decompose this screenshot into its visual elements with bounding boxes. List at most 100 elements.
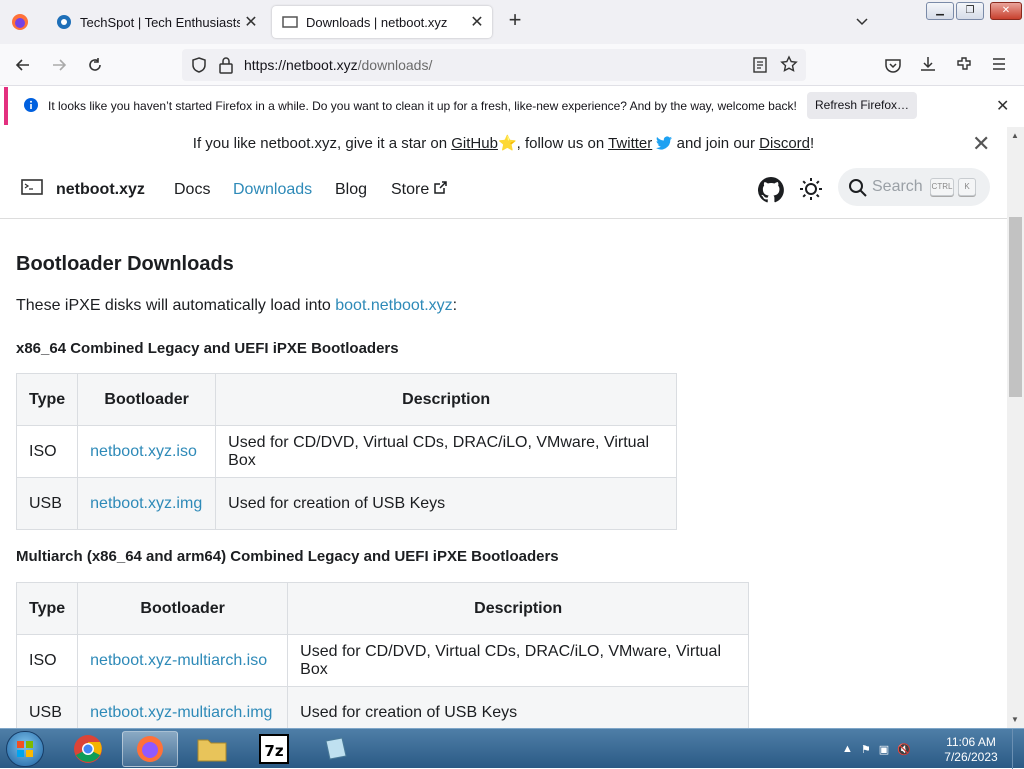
reload-button[interactable] — [82, 53, 108, 77]
forward-arrow-icon — [53, 59, 67, 71]
page-favicon-icon — [282, 16, 298, 28]
volume-muted-icon[interactable]: 🔇 — [897, 743, 911, 756]
taskbar-explorer[interactable] — [184, 731, 240, 767]
close-notification-icon[interactable]: ✕ — [996, 96, 1009, 116]
github-icon[interactable] — [758, 177, 784, 203]
theme-toggle-sun-icon[interactable] — [799, 177, 823, 201]
scroll-down-arrow-icon[interactable]: ▼ — [1011, 715, 1019, 724]
close-tab-icon[interactable]: ✕ — [466, 12, 488, 32]
tray-expand-icon[interactable]: ▲ — [842, 743, 853, 755]
table-row: USB netboot.xyz-multiarch.img Used for c… — [15, 686, 750, 728]
announcement-mid: , follow us on — [516, 135, 609, 152]
table-header-row: Type Bootloader Description — [15, 373, 678, 426]
chrome-icon — [74, 735, 102, 763]
clock-time: 11:06 AM — [946, 735, 996, 749]
announcement-end: ! — [810, 135, 815, 152]
forward-button[interactable] — [46, 53, 72, 77]
page-title: Bootloader Downloads — [16, 253, 234, 275]
refresh-firefox-button[interactable]: Refresh Firefox… — [807, 92, 917, 119]
windows-logo-icon — [17, 741, 33, 757]
back-arrow-icon — [15, 59, 29, 71]
taskbar-chrome[interactable] — [60, 731, 116, 767]
info-icon — [24, 98, 38, 112]
taskbar-notepad[interactable] — [308, 731, 364, 767]
url-bar[interactable]: https://netboot.xyz/downloads/ — [182, 49, 806, 81]
site-search-button[interactable]: Search CTRL K — [838, 168, 990, 206]
window-close-button[interactable]: ✕ — [990, 2, 1022, 20]
svg-text:7z: 7z — [264, 742, 283, 760]
section-heading-multiarch: Multiarch (x86_64 and arm64) Combined Le… — [16, 548, 559, 565]
new-tab-button[interactable]: + — [504, 9, 526, 32]
page-scrollbar[interactable]: ▲ ▼ — [1007, 127, 1024, 728]
star-emoji: ⭐ — [497, 135, 517, 152]
notepad-icon — [325, 737, 347, 760]
taskbar-7zip[interactable]: 7z — [246, 731, 302, 767]
cell-type: ISO — [15, 425, 79, 478]
kbd-k: K — [958, 178, 976, 196]
reader-view-icon[interactable] — [752, 56, 768, 74]
announcement-prefix: If you like netboot.xyz, give it a star … — [192, 135, 452, 152]
nav-store-label: Store — [391, 181, 430, 198]
col-description: Description — [287, 582, 750, 635]
close-announcement-icon[interactable]: ✕ — [972, 133, 990, 155]
tab-techspot[interactable]: TechSpot | Tech Enthusiasts, Po ✕ — [48, 6, 266, 38]
table-header-row: Type Bootloader Description — [15, 582, 750, 635]
section-heading-x86: x86_64 Combined Legacy and UEFI iPXE Boo… — [16, 340, 399, 357]
intro-text: These iPXE disks will automatically load… — [16, 297, 457, 315]
hamburger-menu-icon[interactable] — [991, 56, 1007, 72]
lock-icon[interactable] — [218, 56, 234, 74]
tab-title: Downloads | netboot.xyz — [306, 14, 448, 30]
download-link[interactable]: netboot.xyz-multiarch.iso — [90, 652, 267, 669]
cell-bootloader: netboot.xyz.iso — [77, 425, 217, 478]
nav-blog[interactable]: Blog — [335, 181, 367, 199]
x86-bootloader-table: Type Bootloader Description ISO netboot.… — [15, 373, 678, 530]
bookmark-star-icon[interactable] — [780, 55, 798, 73]
download-link[interactable]: netboot.xyz-multiarch.img — [90, 704, 272, 721]
announcement-and: and join our — [676, 135, 760, 152]
network-icon[interactable]: ▣ — [879, 743, 889, 756]
nav-store[interactable]: Store — [391, 181, 447, 199]
list-all-tabs-icon[interactable] — [854, 13, 870, 29]
minimize-button[interactable]: ▁ — [926, 2, 954, 20]
url-text[interactable]: https://netboot.xyz/downloads/ — [244, 57, 432, 73]
close-tab-icon[interactable]: ✕ — [240, 12, 262, 32]
downloads-icon[interactable] — [919, 55, 937, 73]
download-link[interactable]: netboot.xyz.iso — [90, 443, 197, 460]
twitter-link[interactable]: Twitter — [608, 135, 652, 152]
nav-downloads[interactable]: Downloads — [233, 181, 312, 199]
tab-downloads[interactable]: Downloads | netboot.xyz ✕ — [272, 6, 492, 38]
netboot-logo-icon[interactable] — [21, 179, 43, 197]
scroll-up-arrow-icon[interactable]: ▲ — [1011, 131, 1019, 140]
tracking-protection-shield-icon[interactable] — [190, 56, 208, 74]
show-desktop-button[interactable] — [1012, 729, 1024, 769]
kbd-ctrl: CTRL — [930, 178, 954, 196]
github-link[interactable]: GitHub — [451, 135, 498, 152]
back-button[interactable] — [10, 53, 36, 77]
url-path: /downloads/ — [357, 57, 433, 73]
maximize-button[interactable]: ❐ — [956, 2, 984, 20]
external-link-icon — [433, 181, 447, 194]
search-placeholder: Search — [872, 178, 923, 195]
cell-type: USB — [15, 686, 79, 728]
pocket-icon[interactable] — [884, 56, 902, 74]
cell-type: ISO — [15, 634, 79, 687]
notification-bar: It looks like you haven’t started Firefo… — [4, 87, 1020, 125]
boot-netboot-link[interactable]: boot.netboot.xyz — [335, 297, 452, 314]
start-button[interactable] — [6, 731, 44, 767]
7zip-icon: 7z — [259, 734, 289, 764]
discord-link[interactable]: Discord — [759, 135, 810, 152]
col-bootloader: Bootloader — [77, 582, 289, 635]
download-link[interactable]: netboot.xyz.img — [90, 495, 202, 512]
nav-docs[interactable]: Docs — [174, 181, 210, 199]
site-brand[interactable]: netboot.xyz — [56, 181, 145, 199]
firefox-menu-icon[interactable] — [10, 12, 30, 32]
extensions-icon[interactable] — [955, 55, 973, 73]
scrollbar-thumb[interactable] — [1009, 217, 1022, 397]
cell-bootloader: netboot.xyz.img — [77, 477, 217, 530]
tab-bar: TechSpot | Tech Enthusiasts, Po ✕ Downlo… — [0, 0, 1024, 44]
action-center-flag-icon[interactable]: ⚑ — [861, 743, 871, 756]
taskbar-firefox[interactable] — [122, 731, 178, 767]
cell-bootloader: netboot.xyz-multiarch.img — [77, 686, 289, 728]
taskbar-clock[interactable]: 11:06 AM 7/26/2023 — [936, 735, 1006, 765]
cell-description: Used for creation of USB Keys — [287, 686, 750, 728]
